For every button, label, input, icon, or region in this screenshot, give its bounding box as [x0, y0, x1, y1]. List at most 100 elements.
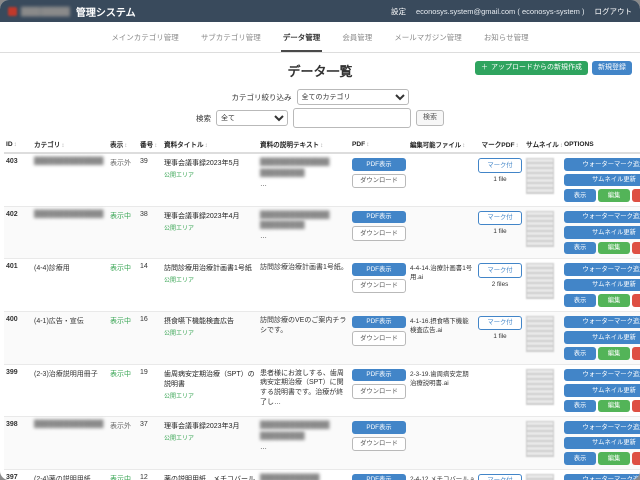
view-button[interactable]: 表示 [564, 400, 596, 413]
pdf-view-button[interactable]: PDF表示 [352, 211, 406, 224]
view-button[interactable]: 表示 [564, 294, 596, 307]
tab-sub-category[interactable]: サブカテゴリ管理 [199, 28, 263, 52]
delete-button[interactable]: 削除 [632, 400, 640, 413]
row-action-buttons: 表示 編集 削除 [564, 242, 640, 255]
tab-mail-magazine[interactable]: メールマガジン管理 [392, 28, 464, 52]
cell-markpdf [476, 364, 524, 417]
category-label: (2-3)治療説明用冊子 [34, 371, 98, 378]
column-header-thumbnail[interactable]: サムネイル↕ [524, 136, 562, 153]
thumbnail-update-button[interactable]: サムネイル更新 [564, 331, 640, 344]
status-label: 表示中 [110, 371, 131, 378]
search-scope-select[interactable]: 全て [216, 110, 288, 126]
download-button[interactable]: ダウンロード [352, 226, 406, 241]
pdf-view-button[interactable]: PDF表示 [352, 263, 406, 276]
mark-pdf-button[interactable]: マーク付 [478, 158, 522, 173]
view-button[interactable]: 表示 [564, 189, 596, 202]
cell-number: 38 [138, 206, 162, 259]
thumbnail-image [526, 474, 554, 480]
main-tabs: メインカテゴリ管理 サブカテゴリ管理 データ管理 会員管理 メールマガジン管理 … [0, 22, 640, 53]
tab-data-management[interactable]: データ管理 [281, 28, 323, 52]
watermark-add-button[interactable]: ウォーターマーク追加 [564, 158, 640, 171]
tab-main-category[interactable]: メインカテゴリ管理 [109, 28, 181, 52]
download-button[interactable]: ダウンロード [352, 174, 406, 189]
column-header-description[interactable]: 資料の説明テキスト↕ [258, 136, 350, 153]
watermark-add-button[interactable]: ウォーターマーク追加 [564, 263, 640, 276]
mark-pdf-button[interactable]: マーク付 [478, 211, 522, 226]
pdf-view-button[interactable]: PDF表示 [352, 316, 406, 329]
watermark-add-button[interactable]: ウォーターマーク追加 [564, 369, 640, 382]
category-filter-select[interactable]: 全てのカテゴリ [297, 89, 409, 105]
column-header-display[interactable]: 表示↕ [108, 136, 138, 153]
column-header-markpdf[interactable]: マークPDF↕ [476, 136, 524, 153]
thumbnail-update-button[interactable]: サムネイル更新 [564, 384, 640, 397]
search-button[interactable]: 検索 [416, 110, 444, 126]
column-header-editable-file[interactable]: 編集可能ファイル↕ [408, 136, 476, 153]
delete-button[interactable]: 削除 [632, 242, 640, 255]
delete-button[interactable]: 削除 [632, 294, 640, 307]
search-input[interactable] [293, 108, 411, 128]
thumbnail-update-button[interactable]: サムネイル更新 [564, 437, 640, 450]
download-button[interactable]: ダウンロード [352, 331, 406, 346]
watermark-add-button[interactable]: ウォーターマーク追加 [564, 211, 640, 224]
watermark-add-button[interactable]: ウォーターマーク追加 [564, 421, 640, 434]
edit-button[interactable]: 編集 [598, 400, 630, 413]
edit-button[interactable]: 編集 [598, 347, 630, 360]
column-header-title[interactable]: 資料タイトル↕ [162, 136, 258, 153]
view-button[interactable]: 表示 [564, 242, 596, 255]
pdf-view-button[interactable]: PDF表示 [352, 474, 406, 480]
tab-members[interactable]: 会員管理 [340, 28, 374, 52]
mark-pdf-button[interactable]: マーク付 [478, 474, 522, 480]
thumbnail-update-button[interactable]: サムネイル更新 [564, 226, 640, 239]
edit-button[interactable]: 編集 [598, 294, 630, 307]
edit-button[interactable]: 編集 [598, 242, 630, 255]
upload-icon: ＋ [481, 64, 488, 72]
doc-title: 摂食嚥下機能検査広告 [164, 316, 256, 326]
column-header-pdf[interactable]: PDF↕ [350, 136, 408, 153]
sort-icon: ↕ [366, 142, 369, 148]
delete-button[interactable]: 削除 [632, 347, 640, 360]
download-button[interactable]: ダウンロード [352, 384, 406, 399]
thumbnail-update-button[interactable]: サムネイル更新 [564, 279, 640, 292]
mark-pdf-button[interactable]: マーク付 [478, 263, 522, 278]
upload-create-button[interactable]: ＋ アップロードからの新規作成 [475, 61, 588, 75]
logout-link[interactable]: ログアウト [595, 6, 633, 17]
tab-news[interactable]: お知らせ管理 [482, 28, 531, 52]
pdf-view-button[interactable]: PDF表示 [352, 369, 406, 382]
table-row: 403 ██████████████ 表示外 39 理事会議事録2023年5月 … [4, 153, 640, 206]
cell-markpdf [476, 417, 524, 470]
table-row: 400 (4-1)広告・宣伝 表示中 16 摂食嚥下機能検査広告 公開エリア 訪… [4, 311, 640, 364]
watermark-add-button[interactable]: ウォーターマーク追加 [564, 474, 640, 480]
pdf-view-button[interactable]: PDF表示 [352, 421, 406, 434]
row-action-buttons: 表示 編集 削除 [564, 400, 640, 413]
download-button[interactable]: ダウンロード [352, 279, 406, 294]
thumbnail-image [526, 158, 554, 194]
sort-icon: ↕ [14, 142, 17, 148]
column-header-category[interactable]: カテゴリ↕ [32, 136, 108, 153]
sort-icon: ↕ [560, 143, 562, 149]
column-header-id[interactable]: ID↕ [4, 136, 32, 153]
settings-link[interactable]: 設定 [391, 6, 406, 17]
view-button[interactable]: 表示 [564, 347, 596, 360]
download-button[interactable]: ダウンロード [352, 437, 406, 452]
delete-button[interactable]: 削除 [632, 452, 640, 465]
cell-id: 400 [4, 311, 32, 364]
mark-pdf-button[interactable]: マーク付 [478, 316, 522, 331]
category-label: (4-1)広告・宣伝 [34, 318, 84, 325]
watermark-add-button[interactable]: ウォーターマーク追加 [564, 316, 640, 329]
cell-editable-file [408, 206, 476, 259]
data-table: ID↕ カテゴリ↕ 表示↕ 番号↕ 資料タイトル↕ 資料の説明テキスト↕ PDF… [4, 136, 640, 480]
column-header-number[interactable]: 番号↕ [138, 136, 162, 153]
new-register-button[interactable]: 新規登録 [592, 61, 632, 75]
delete-button[interactable]: 削除 [632, 189, 640, 202]
sort-icon: ↕ [124, 143, 127, 149]
edit-button[interactable]: 編集 [598, 452, 630, 465]
view-button[interactable]: 表示 [564, 452, 596, 465]
edit-button[interactable]: 編集 [598, 189, 630, 202]
doc-area-label: 公開エリア [164, 433, 256, 442]
pdf-view-button[interactable]: PDF表示 [352, 158, 406, 171]
cell-description: 訪問診療治療計画書1号紙。 [258, 259, 350, 312]
doc-area-label: 公開エリア [164, 275, 256, 284]
mark-files-count: 2 files [478, 281, 522, 288]
mark-files-count: 1 file [478, 333, 522, 340]
thumbnail-update-button[interactable]: サムネイル更新 [564, 174, 640, 187]
